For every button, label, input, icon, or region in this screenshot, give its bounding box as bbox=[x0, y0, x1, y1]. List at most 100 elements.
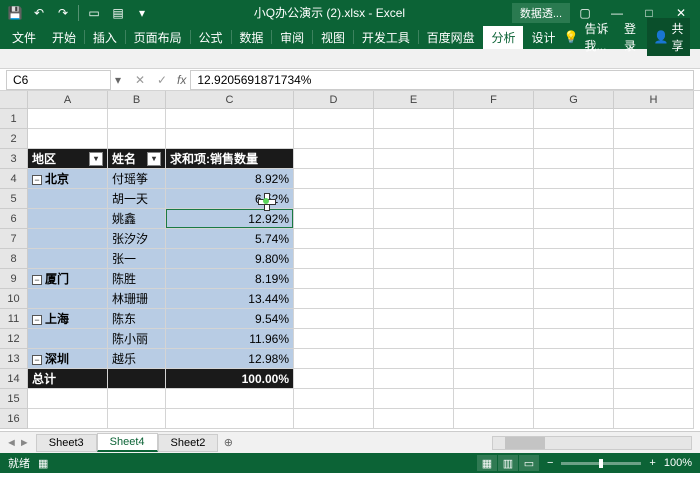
name-box[interactable]: C6 bbox=[6, 70, 111, 90]
cell[interactable] bbox=[294, 249, 374, 269]
tab-file[interactable]: 文件 bbox=[4, 26, 44, 49]
cell[interactable] bbox=[534, 229, 614, 249]
row-10[interactable]: 10 bbox=[0, 289, 28, 309]
pivot-value[interactable]: 12.92% bbox=[166, 209, 294, 229]
pivot-value[interactable]: 13.44% bbox=[166, 289, 294, 309]
cell[interactable] bbox=[294, 329, 374, 349]
row-8[interactable]: 8 bbox=[0, 249, 28, 269]
pivot-value[interactable]: 8.92% bbox=[166, 169, 294, 189]
collapse-icon[interactable]: − bbox=[32, 275, 42, 285]
row-2[interactable]: 2 bbox=[0, 129, 28, 149]
fx-icon[interactable]: fx bbox=[177, 73, 186, 87]
cell[interactable] bbox=[166, 109, 294, 129]
cell[interactable] bbox=[454, 389, 534, 409]
cell[interactable] bbox=[454, 149, 534, 169]
cell[interactable] bbox=[294, 309, 374, 329]
pivot-name[interactable]: 越乐 bbox=[108, 349, 166, 369]
tab-analyze[interactable]: 分析 bbox=[483, 26, 523, 49]
col-E[interactable]: E bbox=[374, 91, 454, 109]
cell[interactable] bbox=[454, 409, 534, 429]
formula-bar[interactable]: 12.9205691871734% bbox=[190, 70, 694, 90]
pivot-region[interactable] bbox=[28, 249, 108, 269]
status-rec-icon[interactable]: ▦ bbox=[38, 457, 48, 470]
cell[interactable] bbox=[374, 169, 454, 189]
collapse-icon[interactable]: − bbox=[32, 355, 42, 365]
pivot-name[interactable]: 张一 bbox=[108, 249, 166, 269]
cell[interactable] bbox=[614, 189, 694, 209]
pivot-name[interactable]: 张汐汐 bbox=[108, 229, 166, 249]
cell[interactable] bbox=[108, 109, 166, 129]
pivot-total-label[interactable]: 总计 bbox=[28, 369, 108, 389]
cell[interactable] bbox=[614, 149, 694, 169]
add-sheet-icon[interactable]: ⊕ bbox=[218, 436, 238, 449]
cell[interactable] bbox=[454, 289, 534, 309]
row-3[interactable]: 3 bbox=[0, 149, 28, 169]
pivot-region[interactable] bbox=[28, 329, 108, 349]
namebox-dropdown-icon[interactable]: ▾ bbox=[111, 73, 125, 87]
pivot-header-sum[interactable]: 求和项:销售数量 bbox=[166, 149, 294, 169]
tab-insert[interactable]: 插入 bbox=[85, 26, 125, 49]
cell[interactable] bbox=[534, 389, 614, 409]
cell[interactable] bbox=[614, 309, 694, 329]
col-F[interactable]: F bbox=[454, 91, 534, 109]
cell[interactable] bbox=[534, 269, 614, 289]
pivot-region[interactable] bbox=[28, 229, 108, 249]
cell[interactable] bbox=[534, 109, 614, 129]
pivot-total-blank[interactable] bbox=[108, 369, 166, 389]
col-C[interactable]: C bbox=[166, 91, 294, 109]
cell[interactable] bbox=[614, 269, 694, 289]
cell[interactable] bbox=[614, 389, 694, 409]
cell[interactable] bbox=[454, 209, 534, 229]
row-12[interactable]: 12 bbox=[0, 329, 28, 349]
cell[interactable] bbox=[534, 209, 614, 229]
h-scrollbar[interactable] bbox=[492, 436, 692, 450]
cell[interactable] bbox=[614, 249, 694, 269]
cell[interactable] bbox=[374, 269, 454, 289]
cell[interactable] bbox=[294, 289, 374, 309]
cell[interactable] bbox=[166, 129, 294, 149]
pivot-name[interactable]: 胡一天 bbox=[108, 189, 166, 209]
cell[interactable] bbox=[454, 229, 534, 249]
zoom-out-icon[interactable]: − bbox=[547, 457, 553, 469]
cancel-fx-icon[interactable]: ✕ bbox=[131, 73, 149, 87]
pivot-name[interactable]: 陈胜 bbox=[108, 269, 166, 289]
cell[interactable] bbox=[454, 369, 534, 389]
cell[interactable] bbox=[294, 229, 374, 249]
collapse-icon[interactable]: − bbox=[32, 315, 42, 325]
row-4[interactable]: 4 bbox=[0, 169, 28, 189]
pivot-region[interactable]: −厦门 bbox=[28, 269, 108, 289]
qat-dropdown-icon[interactable]: ▾ bbox=[131, 2, 153, 24]
cell[interactable] bbox=[374, 289, 454, 309]
cell[interactable] bbox=[374, 109, 454, 129]
cell[interactable] bbox=[374, 349, 454, 369]
collapse-icon[interactable]: − bbox=[32, 175, 42, 185]
zoom-level[interactable]: 100% bbox=[664, 457, 692, 469]
cell[interactable] bbox=[28, 129, 108, 149]
pivot-region[interactable]: −上海 bbox=[28, 309, 108, 329]
cell[interactable] bbox=[614, 369, 694, 389]
cell[interactable] bbox=[28, 109, 108, 129]
cell[interactable] bbox=[534, 309, 614, 329]
cell[interactable] bbox=[454, 349, 534, 369]
view-layout-icon[interactable]: ▥ bbox=[498, 455, 518, 471]
zoom-in-icon[interactable]: + bbox=[649, 457, 655, 469]
cell[interactable] bbox=[374, 149, 454, 169]
cell[interactable] bbox=[454, 129, 534, 149]
filter-region-icon[interactable]: ▾ bbox=[89, 152, 103, 166]
row-9[interactable]: 9 bbox=[0, 269, 28, 289]
cell[interactable] bbox=[294, 209, 374, 229]
cell[interactable] bbox=[28, 389, 108, 409]
pivot-value[interactable]: 5.74% bbox=[166, 229, 294, 249]
cell[interactable] bbox=[534, 189, 614, 209]
cell[interactable] bbox=[374, 229, 454, 249]
pivot-region[interactable] bbox=[28, 189, 108, 209]
pivot-header-region[interactable]: 地区▾ bbox=[28, 149, 108, 169]
cell[interactable] bbox=[454, 249, 534, 269]
cell[interactable] bbox=[614, 109, 694, 129]
cell[interactable] bbox=[374, 129, 454, 149]
row-16[interactable]: 16 bbox=[0, 409, 28, 429]
pivot-name[interactable]: 林珊珊 bbox=[108, 289, 166, 309]
cell[interactable] bbox=[614, 349, 694, 369]
row-6[interactable]: 6 bbox=[0, 209, 28, 229]
cell[interactable] bbox=[28, 409, 108, 429]
